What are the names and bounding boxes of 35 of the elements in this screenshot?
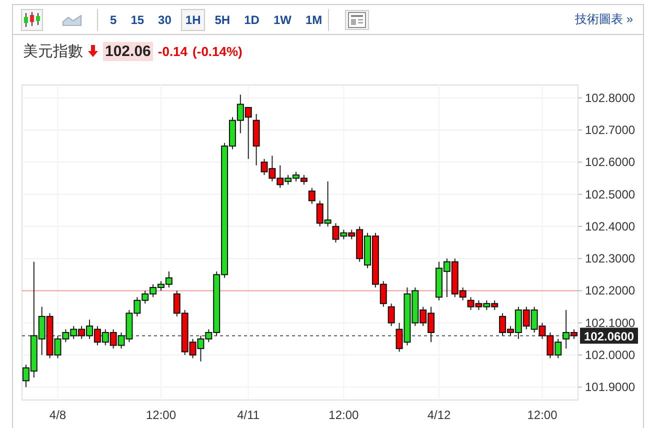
- interval-tab[interactable]: 1H: [181, 8, 205, 30]
- axis-label: 102.3000: [585, 252, 636, 266]
- interval-tab[interactable]: 1W: [269, 8, 296, 30]
- percent-change: (-0.14%): [192, 44, 242, 58]
- technical-chart-link[interactable]: 技術圖表 »: [574, 11, 633, 28]
- interval-tab[interactable]: 1M: [301, 8, 326, 30]
- layout-icon[interactable]: [345, 10, 370, 30]
- candlestick: [388, 303, 395, 327]
- axis-label: 12:00: [527, 408, 558, 422]
- instrument-name: 美元指數: [23, 42, 83, 60]
- last-price: 102.06: [103, 42, 153, 60]
- interval-tab[interactable]: 15: [126, 8, 148, 30]
- axis-label: 102.8000: [585, 90, 636, 105]
- price-change: -0.14: [158, 44, 188, 58]
- axis-label: 102.6000: [585, 155, 636, 170]
- ref-line-label: 102.0600: [584, 330, 634, 344]
- interval-tab[interactable]: 30: [154, 8, 176, 30]
- axis-label: 4/11: [237, 408, 260, 422]
- axis-label: 102.1000: [585, 316, 636, 330]
- axis-label: 101.9000: [585, 380, 636, 394]
- interval-tab[interactable]: 1D: [240, 8, 264, 30]
- axis-label: 4/8: [49, 408, 66, 422]
- axis-label: 12:00: [328, 408, 359, 422]
- axis-label: 4/12: [427, 408, 451, 422]
- axis-label: 12:00: [146, 408, 176, 422]
- candlestick-chart-icon[interactable]: [21, 8, 43, 30]
- interval-tab[interactable]: 5: [106, 8, 121, 30]
- axis-label: 102.2000: [585, 284, 636, 298]
- axis-label: 102.5000: [585, 187, 636, 202]
- candlestick: [308, 187, 316, 204]
- axis-label: 102.7000: [585, 123, 636, 137]
- price-badge: 102.0600: [580, 328, 638, 344]
- interval-tab[interactable]: 5H: [210, 8, 234, 30]
- axis-label: 102.4000: [585, 219, 636, 234]
- axis-label: 102.0000: [585, 348, 636, 362]
